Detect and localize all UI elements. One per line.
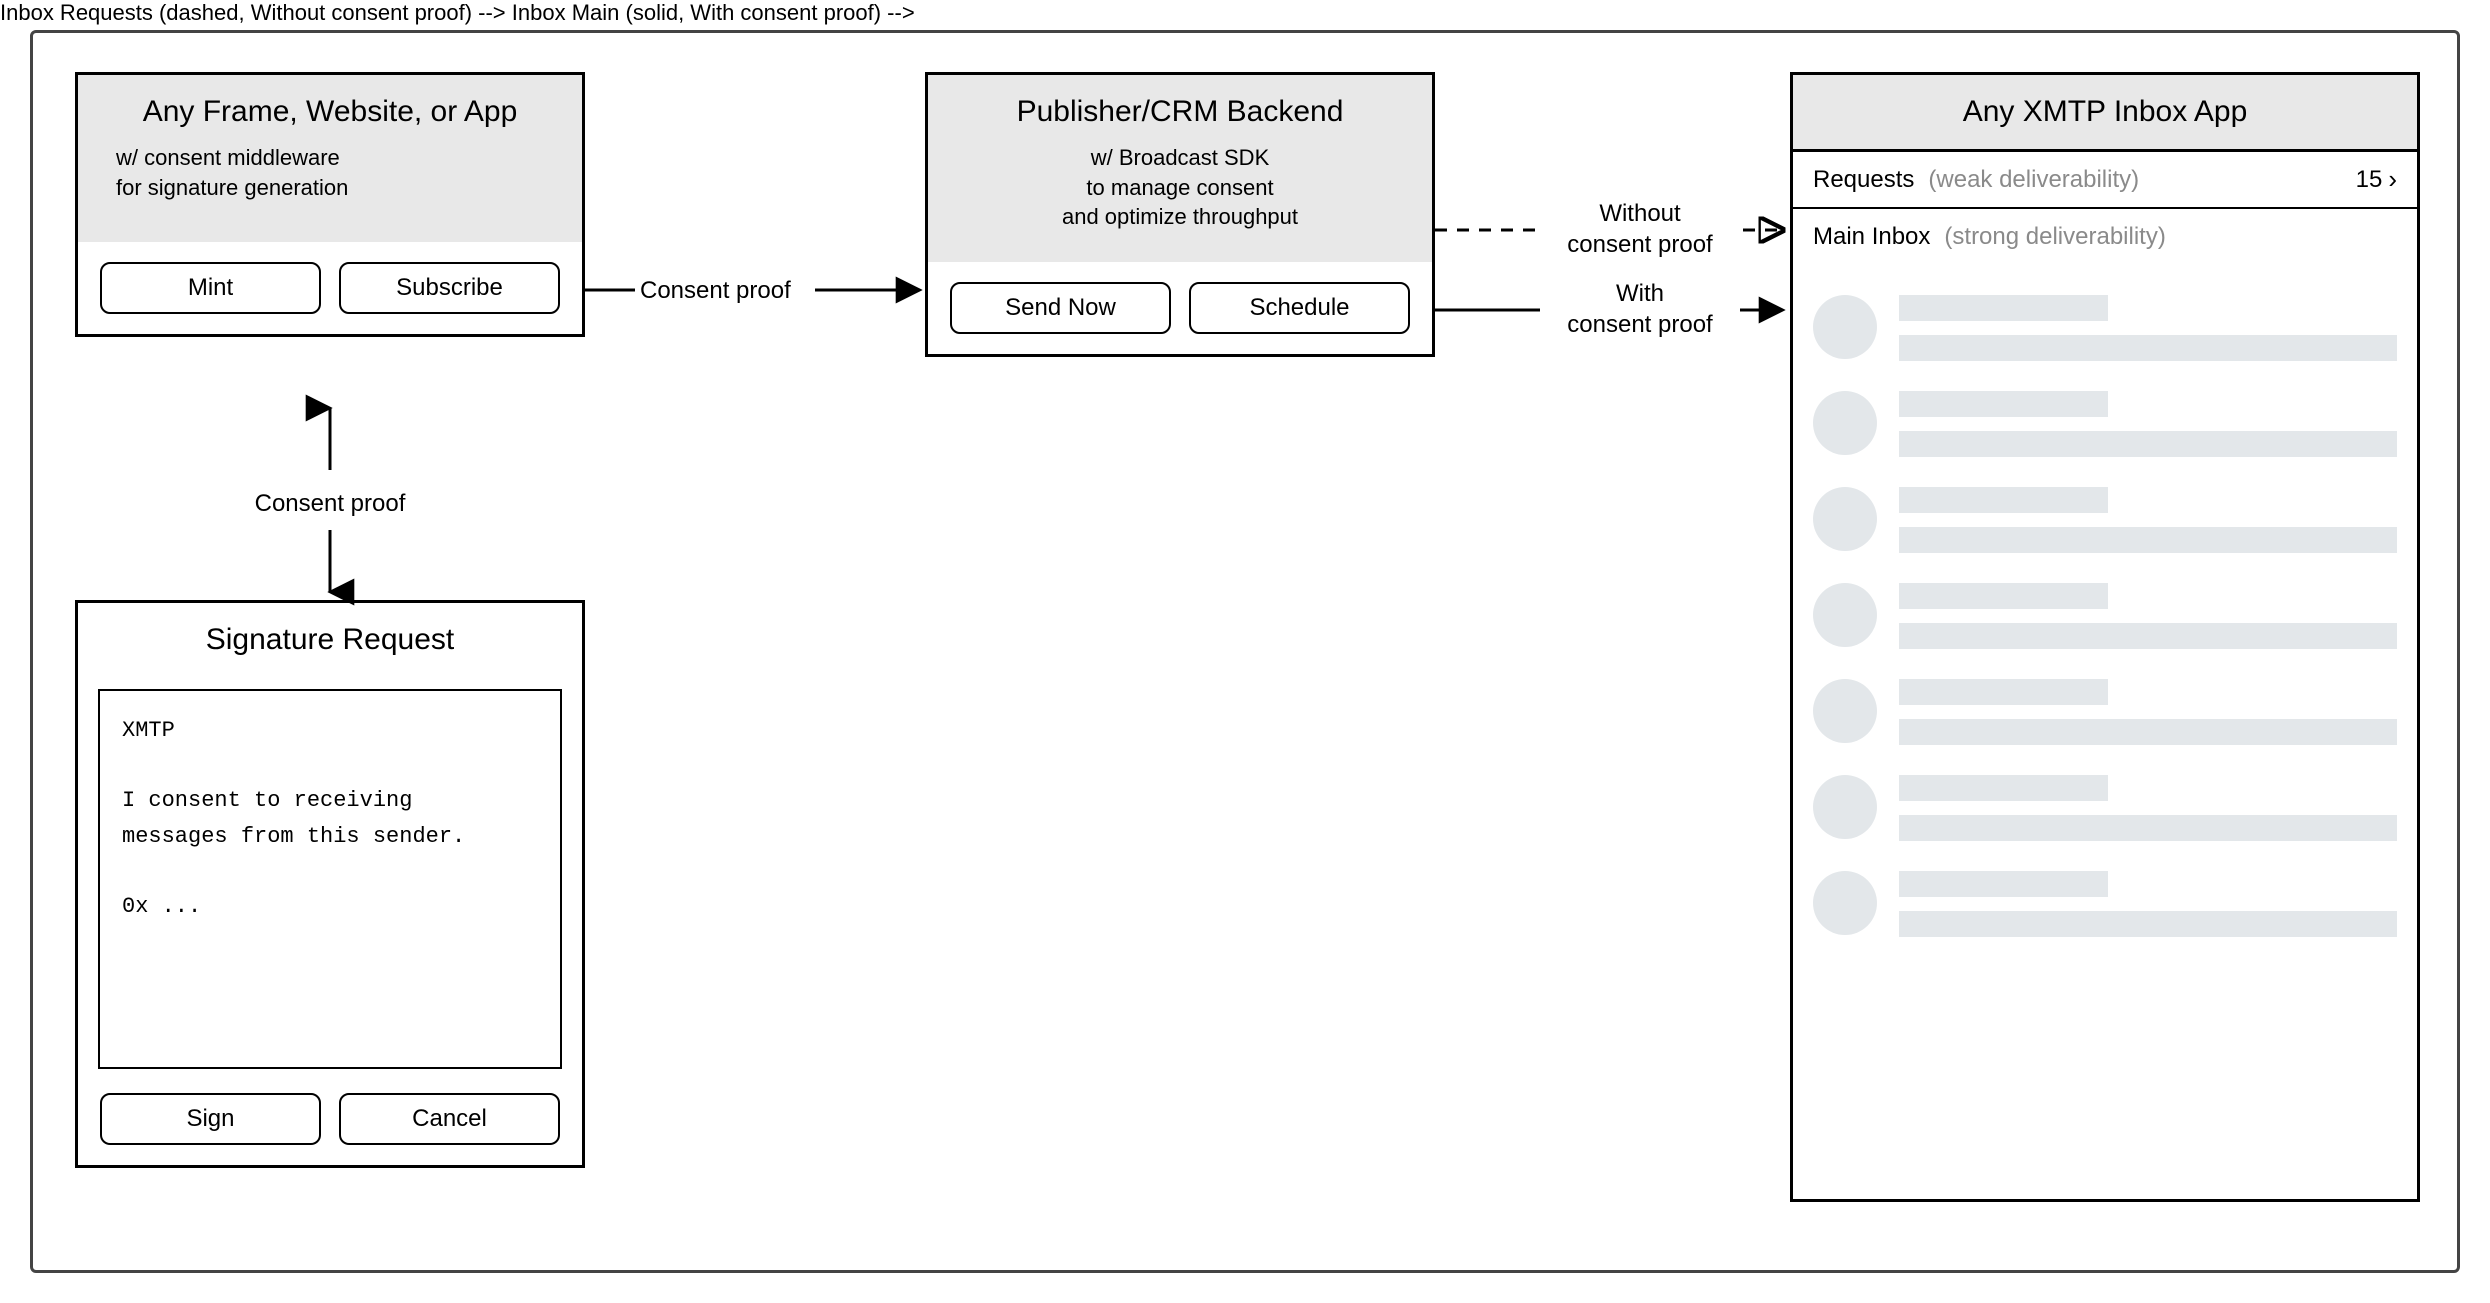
placeholder-line: [1899, 487, 2108, 513]
inbox-list: [1793, 261, 2417, 957]
message-preview: [1899, 775, 2397, 841]
edge-label-with-consent: With consent proof: [1540, 278, 1740, 340]
message-preview: [1899, 295, 2397, 361]
edge-label-consent-proof-fe-sig: Consent proof: [170, 488, 490, 519]
placeholder-line: [1899, 431, 2397, 457]
avatar: [1813, 295, 1877, 359]
sign-button[interactable]: Sign: [100, 1093, 321, 1145]
signature-button-row: Sign Cancel: [78, 1089, 582, 1165]
frontend-subtitle: w/ consent middleware for signature gene…: [106, 143, 554, 202]
placeholder-line: [1899, 391, 2108, 417]
send-now-button[interactable]: Send Now: [950, 282, 1171, 334]
frontend-box: Any Frame, Website, or App w/ consent mi…: [75, 72, 585, 337]
requests-hint: (weak deliverability): [1928, 166, 2139, 194]
placeholder-line: [1899, 719, 2397, 745]
cancel-button[interactable]: Cancel: [339, 1093, 560, 1145]
message-preview: [1899, 391, 2397, 457]
frontend-title: Any Frame, Website, or App: [106, 95, 554, 129]
placeholder-line: [1899, 871, 2108, 897]
schedule-button[interactable]: Schedule: [1189, 282, 1410, 334]
avatar: [1813, 679, 1877, 743]
backend-header: Publisher/CRM Backend w/ Broadcast SDK t…: [928, 75, 1432, 262]
placeholder-line: [1899, 527, 2397, 553]
list-item[interactable]: [1813, 583, 2397, 649]
avatar: [1813, 871, 1877, 935]
frontend-header: Any Frame, Website, or App w/ consent mi…: [78, 75, 582, 242]
avatar: [1813, 775, 1877, 839]
placeholder-line: [1899, 679, 2108, 705]
list-item[interactable]: [1813, 679, 2397, 745]
signature-title: Signature Request: [78, 623, 582, 657]
list-item[interactable]: [1813, 295, 2397, 361]
list-item[interactable]: [1813, 487, 2397, 553]
frontend-button-row: Mint Subscribe: [78, 242, 582, 334]
edge-label-consent-proof-fe-be: Consent proof: [640, 275, 791, 306]
message-preview: [1899, 871, 2397, 937]
requests-label: Requests: [1813, 166, 1914, 194]
placeholder-line: [1899, 911, 2397, 937]
main-inbox-row: Main Inbox (strong deliverability): [1793, 209, 2417, 261]
backend-subtitle: w/ Broadcast SDK to manage consent and o…: [956, 143, 1404, 232]
placeholder-line: [1899, 583, 2108, 609]
chevron-right-icon: ›: [2388, 164, 2397, 195]
subscribe-button[interactable]: Subscribe: [339, 262, 560, 314]
inbox-title: Any XMTP Inbox App: [1793, 75, 2417, 152]
backend-button-row: Send Now Schedule: [928, 262, 1432, 354]
placeholder-line: [1899, 295, 2108, 321]
edge-label-without-consent: Without consent proof: [1540, 198, 1740, 260]
signature-request-box: Signature Request XMTP I consent to rece…: [75, 600, 585, 1168]
placeholder-line: [1899, 623, 2397, 649]
avatar: [1813, 583, 1877, 647]
list-item[interactable]: [1813, 775, 2397, 841]
placeholder-line: [1899, 335, 2397, 361]
list-item[interactable]: [1813, 391, 2397, 457]
requests-row[interactable]: Requests (weak deliverability) 15 ›: [1793, 152, 2417, 209]
main-inbox-hint: (strong deliverability): [1944, 223, 2165, 251]
placeholder-line: [1899, 815, 2397, 841]
list-item[interactable]: [1813, 871, 2397, 937]
message-preview: [1899, 487, 2397, 553]
signature-body: XMTP I consent to receiving messages fro…: [78, 669, 582, 1089]
requests-count: 15: [2356, 166, 2383, 194]
signature-message: XMTP I consent to receiving messages fro…: [98, 689, 562, 1069]
diagram-canvas: Any Frame, Website, or App w/ consent mi…: [0, 0, 2490, 1303]
main-inbox-label: Main Inbox: [1813, 223, 1930, 251]
message-preview: [1899, 679, 2397, 745]
avatar: [1813, 487, 1877, 551]
backend-title: Publisher/CRM Backend: [956, 95, 1404, 129]
inbox-box: Any XMTP Inbox App Requests (weak delive…: [1790, 72, 2420, 1202]
message-preview: [1899, 583, 2397, 649]
mint-button[interactable]: Mint: [100, 262, 321, 314]
backend-box: Publisher/CRM Backend w/ Broadcast SDK t…: [925, 72, 1435, 357]
avatar: [1813, 391, 1877, 455]
placeholder-line: [1899, 775, 2108, 801]
